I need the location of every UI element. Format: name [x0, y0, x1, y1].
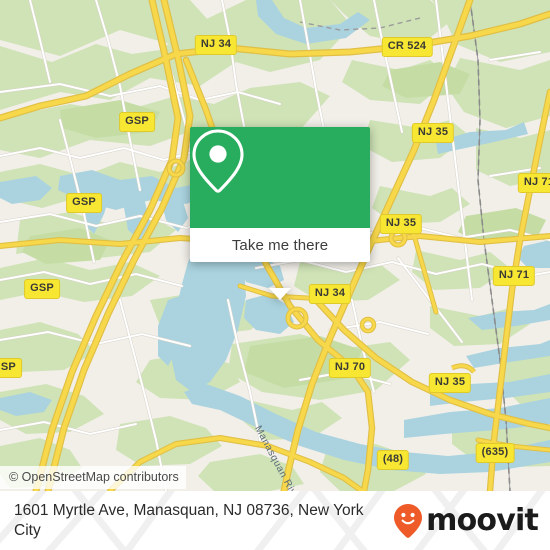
road-shield: NJ 71 [492, 266, 536, 286]
popup-header [190, 127, 370, 228]
road-shield: (48) [376, 450, 410, 470]
map-screenshot-root: NJ 34 CR 524 GSP NJ 35 NJ 71 GSP NJ 35 NJ 71 GSP… [0, 0, 550, 550]
footer-content: 1601 Myrtle Ave, Manasquan, NJ 08736, Ne… [0, 491, 550, 550]
osm-attribution[interactable]: © OpenStreetMap contributors [0, 466, 186, 489]
road-shield: GSP [0, 358, 22, 378]
address-text: 1601 Myrtle Ave, Manasquan, NJ 08736, Ne… [14, 501, 364, 539]
road-shield: NJ 34 [308, 284, 352, 304]
map-canvas[interactable]: NJ 34 CR 524 GSP NJ 35 NJ 71 GSP NJ 35 NJ 71 GSP… [0, 0, 550, 491]
road-shield: NJ 35 [411, 123, 455, 143]
take-me-there-label: Take me there [231, 236, 329, 254]
road-shield: NJ 35 [428, 373, 472, 393]
map-pin-icon [192, 129, 244, 193]
road-shield: GSP [119, 112, 155, 132]
take-me-there-button[interactable]: Take me there [190, 228, 370, 262]
road-shield: NJ 71 [517, 173, 550, 193]
location-popup-card[interactable]: Take me there [190, 127, 370, 300]
moovit-brand[interactable]: moovit [393, 502, 539, 539]
footer-bar: 1601 Myrtle Ave, Manasquan, NJ 08736, Ne… [0, 491, 550, 550]
road-shield: CR 524 [381, 37, 433, 57]
road-shield: NJ 70 [328, 358, 372, 378]
moovit-wordmark: moovit [426, 502, 539, 538]
moovit-smiley-pin-icon [394, 503, 423, 538]
road-shield: NJ 35 [379, 214, 423, 234]
road-shield: GSP [66, 193, 102, 213]
road-shield: (635) [475, 443, 515, 463]
road-shield: NJ 34 [194, 35, 238, 55]
road-shield: GSP [24, 279, 60, 299]
popup-pointer [269, 288, 291, 300]
